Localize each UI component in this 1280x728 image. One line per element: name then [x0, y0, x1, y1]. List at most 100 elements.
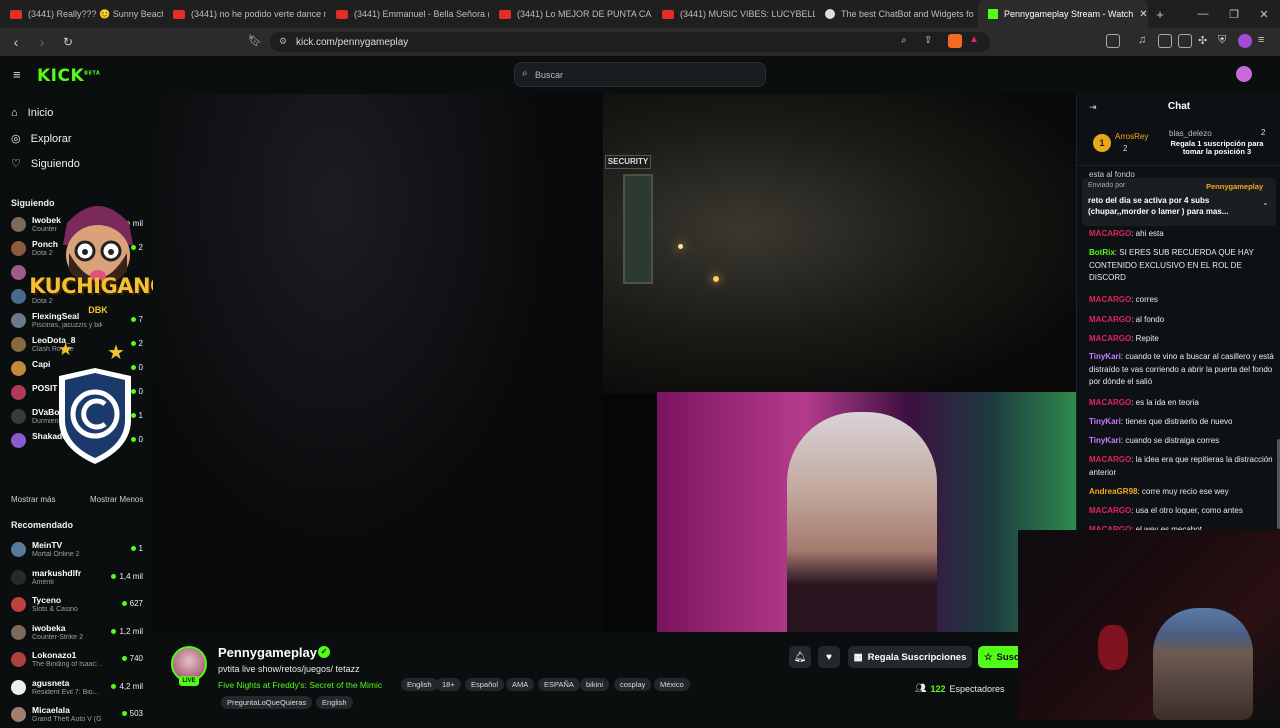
stream-tag[interactable]: ESPAÑA [538, 678, 580, 691]
browser-tab[interactable]: (3441) Really??? 😊 Sunny Beach W [0, 0, 163, 28]
sidebar-nav-following[interactable]: ♡ Siguiendo [11, 157, 80, 171]
bookmark-icon[interactable]: 🔖︎ [248, 34, 262, 47]
live-dot-icon [111, 683, 117, 689]
stream-tag[interactable]: English [316, 696, 353, 709]
gift-subscriptions-button[interactable]: ▦ Regala Suscripciones [848, 646, 972, 668]
vpn-icon[interactable]: ⛨ [1218, 34, 1232, 48]
site-header: ≡ KICKBETA ⌕ Buscar [0, 56, 1280, 94]
stream-tag[interactable]: bikini [580, 678, 610, 691]
sidebar-channel[interactable]: MeinTV Mortal Online 2 1 [11, 539, 147, 563]
browser-tab[interactable]: (3441) no he podido verte dance m [163, 0, 326, 28]
chat-username[interactable]: MACARGO [1089, 525, 1131, 530]
music-icon[interactable]: ♫ [1138, 34, 1152, 48]
sidebar-channel[interactable]: iwobeka Counter-Strike 2 1,2 mil [11, 622, 147, 646]
forward-icon[interactable]: › [32, 32, 52, 52]
stream-tag[interactable]: cosplay [614, 678, 652, 691]
stream-tag[interactable]: PreguntaLoQueQuieras [221, 696, 313, 709]
chat-username[interactable]: TinyKari [1089, 436, 1121, 445]
sidebar-nav-home[interactable]: ⌂ Inicio [11, 107, 53, 119]
reactor-figure [1153, 608, 1253, 720]
brave-shield-icon[interactable] [948, 34, 962, 48]
leaderboard-first-name[interactable]: ArrosRey [1115, 132, 1148, 141]
menu-icon[interactable]: ≡ [1258, 34, 1272, 48]
show-less-button[interactable]: Mostrar Menos [90, 495, 143, 504]
stream-tag[interactable]: English [401, 678, 438, 691]
stream-tag[interactable]: 18+ [436, 678, 461, 691]
chat-username[interactable]: MACARGO [1089, 315, 1131, 324]
hamburger-menu-icon[interactable]: ≡ [13, 67, 21, 82]
subscribe-button[interactable]: ☆Suscribirse [978, 646, 1018, 668]
share-icon[interactable]: ⇪ [924, 35, 932, 46]
leaderboard-gift-note[interactable]: Regala 1 suscripción para tomar la posic… [1169, 140, 1265, 156]
stream-tag[interactable]: México [654, 678, 690, 691]
browser-tab-active[interactable]: Pennygameplay Stream - Watch ✕ [978, 0, 1148, 28]
channel-avatar [11, 597, 26, 612]
reload-icon[interactable]: ↻ [58, 32, 78, 52]
extensions-icon[interactable]: ✣ [1198, 34, 1212, 48]
chat-username[interactable]: MACARGO [1089, 229, 1131, 238]
stream-category-link[interactable]: Five Nights at Freddy's: Secret of the M… [218, 680, 382, 690]
chat-username[interactable]: MACARGO [1089, 455, 1131, 464]
stream-tag[interactable]: Español [465, 678, 505, 691]
chat-message: MACARGO: al fondo [1089, 314, 1275, 327]
close-tab-icon[interactable]: ✕ [1139, 9, 1147, 20]
youtube-icon [336, 9, 348, 19]
sidebar-channel[interactable]: LeoDota_8 Clash Royale 2 [11, 334, 147, 358]
sidebar-channel[interactable]: Lokonazo1 The Binding of Isaac: ... 740 [11, 649, 147, 673]
stream-tag[interactable]: AMA [506, 678, 535, 691]
video-player[interactable]: SECURITY [153, 94, 1076, 632]
browser-tab[interactable]: The best ChatBot and Widgets fo [815, 0, 978, 28]
channel-category: Resident Evil 7: Bio... [32, 688, 99, 696]
sidebar-channel[interactable]: Tyceno Slots & Casino 627 [11, 594, 147, 618]
chat-text: : corre muy recio ese wey [1137, 487, 1229, 496]
close-window-button[interactable]: ✕ [1248, 0, 1280, 28]
chat-username[interactable]: TinyKari [1089, 352, 1121, 361]
tab-manager-icon[interactable] [1178, 34, 1192, 48]
sidebar-channel[interactable]: Micaelala Grand Theft Auto V (G 503 [11, 704, 147, 728]
notification-bell-button[interactable]: 🔔︎ [789, 646, 811, 668]
chat-username[interactable]: MACARGO [1089, 398, 1131, 407]
streamer-name[interactable]: Pennygameplay [218, 645, 317, 660]
kick-logo[interactable]: KICKBETA [37, 66, 100, 86]
chat-panel: ⇥ Chat 1 ArrosRey 2 blas_delezo 2 Regala… [1076, 94, 1280, 530]
user-avatar[interactable] [1236, 66, 1252, 82]
rewards-icon[interactable]: ▲ [969, 34, 983, 48]
leaderboard-second-name[interactable]: blas_delezo [1169, 129, 1212, 138]
browser-tab[interactable]: (3441) Emmanuel - Bella Señora (Ext [326, 0, 489, 28]
browser-tab[interactable]: (3441) Lo MEJOR DE PUNTA CANA [489, 0, 652, 28]
back-icon[interactable]: ‹ [6, 32, 26, 52]
compass-icon: ◎ [11, 133, 21, 145]
search-input[interactable]: ⌕ Buscar [514, 62, 766, 87]
verified-icon: ✓ [318, 646, 330, 658]
channel-avatar [11, 337, 26, 352]
pinned-author[interactable]: Pennygameplay [1206, 182, 1263, 191]
chevron-down-icon[interactable]: ⌄ [1262, 198, 1269, 207]
follow-button[interactable]: ♥ [818, 646, 840, 668]
sidebar-channel[interactable]: markushdlfr Amenti 1,4 mil [11, 567, 147, 591]
site-info-icon[interactable]: ⚙ [279, 36, 287, 47]
sidebar-nav-explore[interactable]: ◎ Explorar [11, 132, 72, 146]
new-tab-button[interactable]: + [1148, 7, 1172, 22]
sidebar-channel[interactable]: agusneta Resident Evil 7: Bio... 4,2 mil [11, 677, 147, 701]
chat-username[interactable]: MACARGO [1089, 506, 1131, 515]
channel-category: Counter-Strike 2 [32, 633, 83, 641]
leo-ai-icon[interactable] [1238, 34, 1252, 48]
maximize-button[interactable]: ❐ [1218, 0, 1250, 28]
live-dot-icon [111, 628, 117, 634]
show-more-button[interactable]: Mostrar más [11, 495, 55, 504]
chat-username[interactable]: MACARGO [1089, 295, 1131, 304]
chat-username[interactable]: MACARGO [1089, 334, 1131, 343]
channel-viewers: 503 [121, 709, 143, 718]
minimize-button[interactable]: — [1187, 0, 1219, 28]
chat-username[interactable]: TinyKari [1089, 417, 1121, 426]
chat-username[interactable]: BotRix [1089, 248, 1115, 257]
sidebar-toggle-icon[interactable] [1158, 34, 1172, 48]
sub-leaderboard: 1 ArrosRey 2 blas_delezo 2 Regala 1 susc… [1077, 120, 1280, 166]
chat-username[interactable]: AndreaGR98 [1089, 487, 1137, 496]
wallet-icon[interactable] [1106, 34, 1120, 48]
url-field[interactable]: ⚙ kick.com/pennygameplay [270, 32, 990, 52]
zoom-icon[interactable]: ⌕ [901, 35, 907, 46]
browser-tab[interactable]: (3441) MUSIC VIBES: LUCYBELL | by [652, 0, 815, 28]
pinned-message[interactable]: Enviado por Pennygameplay reto del dia s… [1082, 178, 1276, 226]
channel-category: Mortal Online 2 [32, 551, 80, 558]
